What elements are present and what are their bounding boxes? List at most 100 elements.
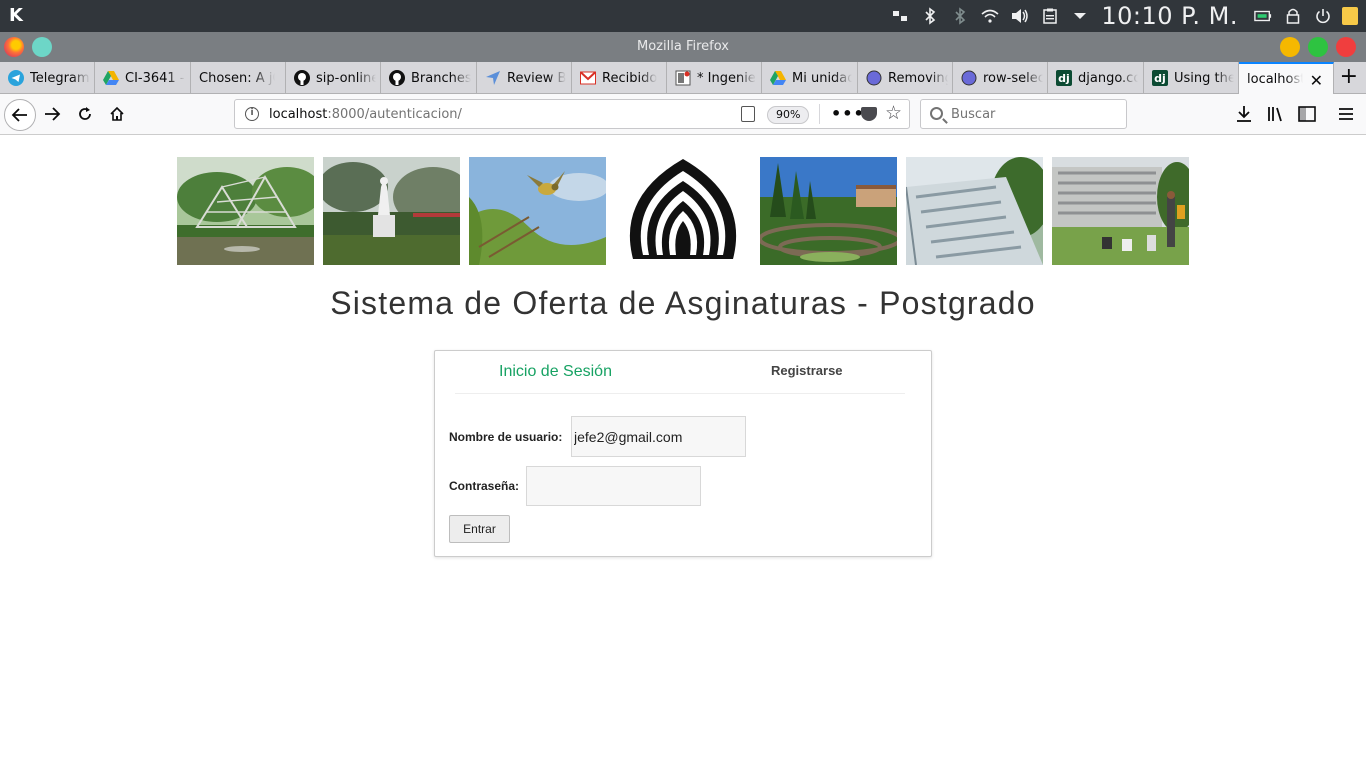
library-building-photo xyxy=(1052,157,1189,265)
home-button[interactable] xyxy=(103,100,131,128)
lock-screen-icon[interactable] xyxy=(1284,7,1302,25)
kde-launcher-icon[interactable]: K xyxy=(6,6,26,26)
tab-gmail[interactable]: Recibido xyxy=(572,62,667,94)
username-field[interactable] xyxy=(571,416,746,457)
tab-login[interactable]: Inicio de Sesión xyxy=(499,363,612,381)
window-titlebar: Mozilla Firefox xyxy=(0,32,1366,62)
password-label: Contraseña: xyxy=(449,479,520,493)
url-path: :8000/autenticacion/ xyxy=(327,107,462,122)
network-manager-icon[interactable] xyxy=(891,7,909,25)
tab-django[interactable]: dj django.co xyxy=(1048,62,1144,94)
tab-using-the[interactable]: dj Using the xyxy=(1144,62,1239,94)
maximize-button[interactable] xyxy=(1308,37,1328,57)
tab-label: Telegram xyxy=(30,70,90,86)
tab-label: row-selec xyxy=(983,70,1043,86)
page-content: Sistema de Oferta de Asginaturas - Postg… xyxy=(0,135,1366,768)
campus-gardens-photo xyxy=(760,157,897,265)
globe-icon xyxy=(866,70,882,86)
wifi-icon[interactable] xyxy=(981,7,999,25)
login-tabs: Inicio de Sesión Registrarse xyxy=(435,351,931,393)
hamburger-menu-icon[interactable] xyxy=(1336,104,1356,124)
reader-view-icon[interactable] xyxy=(741,106,755,122)
close-tab-icon[interactable]: ✕ xyxy=(1310,71,1323,90)
tab-removing[interactable]: Removing xyxy=(858,62,953,94)
pocket-icon[interactable] xyxy=(861,107,877,121)
tab-label: Review B xyxy=(507,70,567,86)
reload-button[interactable] xyxy=(71,100,99,128)
window-title: Mozilla Firefox xyxy=(637,39,729,54)
power-icon[interactable] xyxy=(1314,7,1332,25)
tray-expand-icon[interactable] xyxy=(1071,7,1089,25)
tab-label: Removing xyxy=(888,70,948,86)
bluetooth-disabled-icon[interactable] xyxy=(951,7,969,25)
new-tab-button[interactable]: + xyxy=(1340,66,1358,88)
system-tray: 10:10 P. M. xyxy=(885,0,1366,32)
tab-label: localhost xyxy=(1247,71,1303,87)
forward-button[interactable] xyxy=(38,100,66,128)
login-card: Inicio de Sesión Registrarse Nombre de u… xyxy=(434,350,932,557)
tab-label: Branches xyxy=(411,70,471,86)
sculpture-pond-photo xyxy=(177,157,314,265)
tab-label: Using the xyxy=(1174,70,1234,86)
url-text[interactable]: localhost:8000/autenticacion/ xyxy=(269,107,462,122)
desktop-panel: K 10:10 P. M. xyxy=(0,0,1366,32)
url-divider xyxy=(819,104,820,124)
tab-label: django.co xyxy=(1078,70,1138,86)
minimize-button[interactable] xyxy=(1280,37,1300,57)
django-icon: dj xyxy=(1152,70,1168,86)
tab-review-board[interactable]: Review B xyxy=(477,62,572,94)
zoom-reset-button[interactable]: 90% xyxy=(767,106,810,124)
volume-icon[interactable] xyxy=(1011,7,1029,25)
tab-chosen[interactable]: Chosen: A jQ xyxy=(191,62,286,94)
tab-label: Chosen: A jQ xyxy=(199,70,275,86)
tab-branches[interactable]: Branches xyxy=(381,62,477,94)
search-icon xyxy=(930,107,943,120)
tab-ci-3641[interactable]: CI-3641 - xyxy=(95,62,191,94)
tab-strip: Telegram CI-3641 - Chosen: A jQ sip-onli… xyxy=(0,62,1366,94)
tab-mi-unidad[interactable]: Mi unidad xyxy=(762,62,858,94)
page-actions-icon[interactable]: ••• xyxy=(831,104,865,123)
globe-icon xyxy=(961,70,977,86)
downloads-icon[interactable] xyxy=(1234,104,1254,124)
clock[interactable]: 10:10 P. M. xyxy=(1101,2,1238,30)
django-icon: dj xyxy=(1056,70,1072,86)
usb-logo xyxy=(615,157,752,265)
banner xyxy=(177,157,1189,265)
telegram-icon xyxy=(8,70,24,86)
tabs-divider xyxy=(455,393,905,394)
bluetooth-icon[interactable] xyxy=(921,7,939,25)
tab-row-selection[interactable]: row-selec xyxy=(953,62,1048,94)
tab-register[interactable]: Registrarse xyxy=(771,363,843,378)
address-bar[interactable]: i localhost:8000/autenticacion/ 90% ••• … xyxy=(234,99,910,129)
tab-ingenieria[interactable]: * Ingenie xyxy=(667,62,762,94)
reviewboard-icon xyxy=(485,70,501,86)
back-button[interactable] xyxy=(4,99,36,131)
tab-sip-online[interactable]: sip-online xyxy=(286,62,381,94)
site-info-icon[interactable]: i xyxy=(245,107,259,121)
waterfall-photo xyxy=(906,157,1043,265)
login-submit-button[interactable]: Entrar xyxy=(449,515,510,543)
tab-label: CI-3641 - xyxy=(125,70,185,86)
search-bar[interactable] xyxy=(920,99,1127,129)
password-field[interactable] xyxy=(526,466,701,506)
clipboard-icon[interactable] xyxy=(1041,7,1059,25)
tab-localhost[interactable]: localhost ✕ xyxy=(1239,62,1334,94)
bird-photo xyxy=(469,157,606,265)
close-window-button[interactable] xyxy=(1336,37,1356,57)
tab-label: Mi unidad xyxy=(792,70,852,86)
battery-icon[interactable] xyxy=(1254,7,1272,25)
statue-garden-photo xyxy=(323,157,460,265)
bookmark-star-icon[interactable]: ☆ xyxy=(885,102,902,124)
sticky-notes-icon[interactable] xyxy=(1342,7,1358,25)
tab-label: sip-online xyxy=(316,70,376,86)
gmail-icon xyxy=(580,70,596,86)
tab-telegram[interactable]: Telegram xyxy=(0,62,95,94)
navigation-toolbar: i localhost:8000/autenticacion/ 90% ••• … xyxy=(0,94,1366,135)
library-icon[interactable] xyxy=(1266,104,1286,124)
doc-icon xyxy=(675,70,691,86)
url-host: localhost xyxy=(269,107,328,122)
tab-label: Recibido xyxy=(602,70,658,86)
search-input[interactable] xyxy=(951,104,1121,124)
sidebar-icon[interactable] xyxy=(1297,104,1317,124)
page-title: Sistema de Oferta de Asginaturas - Postg… xyxy=(330,285,1036,321)
